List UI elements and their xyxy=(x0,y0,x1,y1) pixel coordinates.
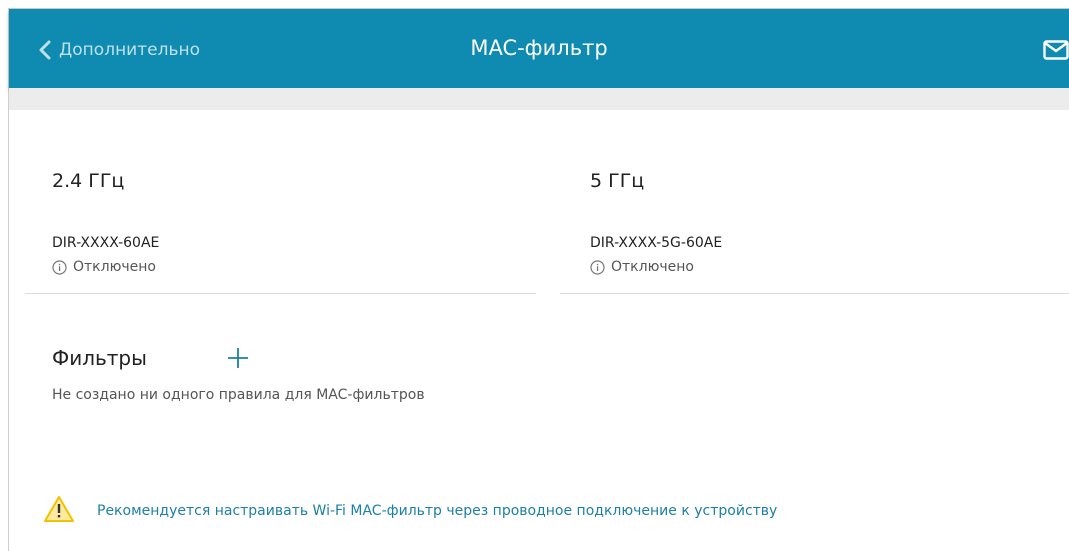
band-5g-title: 5 ГГц xyxy=(590,170,645,192)
wired-warning: Рекомендуется настраивать Wi-Fi MAC-филь… xyxy=(43,495,777,527)
page-title: MAC-фильтр xyxy=(470,36,608,60)
band-2g-divider xyxy=(25,293,536,294)
band-5g-status: Отключено xyxy=(590,259,694,275)
main-content: 2.4 ГГц DIR-XXXX-60AE Отключено 5 ГГц DI… xyxy=(9,110,1069,551)
band-5g-status-text: Отключено xyxy=(611,259,694,275)
filters-title: Фильтры xyxy=(52,346,147,370)
plus-icon[interactable] xyxy=(227,347,249,373)
header-spacer xyxy=(9,88,1069,110)
mail-icon[interactable] xyxy=(1043,40,1069,64)
band-2g-status-text: Отключено xyxy=(73,259,156,275)
info-icon xyxy=(590,259,605,275)
band-2g-ssid[interactable]: DIR-XXXX-60AE xyxy=(52,235,159,251)
band-2g-status: Отключено xyxy=(52,259,156,275)
info-icon xyxy=(52,259,67,275)
warning-text: Рекомендуется настраивать Wi-Fi MAC-филь… xyxy=(97,503,778,519)
warning-icon xyxy=(43,495,75,527)
filters-empty-note: Не создано ни одного правила для MAC-фил… xyxy=(52,387,425,403)
page-header: Дополнительно MAC-фильтр xyxy=(9,9,1069,88)
band-5g-ssid[interactable]: DIR-XXXX-5G-60AE xyxy=(590,235,722,251)
band-2g-title: 2.4 ГГц xyxy=(52,170,125,192)
band-5g-divider xyxy=(560,293,1069,294)
